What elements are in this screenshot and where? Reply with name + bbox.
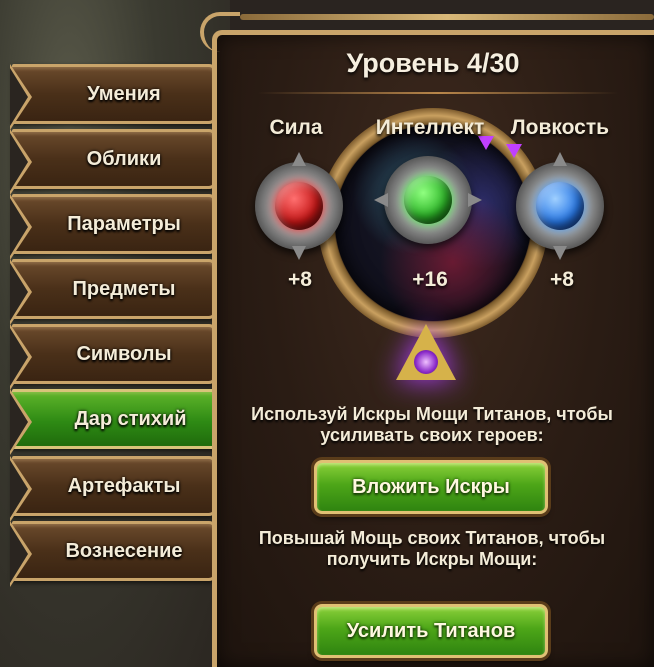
stat-value-intellect: +16 — [412, 268, 448, 291]
tab-label: Облики — [86, 147, 162, 170]
tab-items[interactable]: Предметы — [10, 259, 217, 325]
strength-gem-icon — [255, 152, 343, 260]
upgrade-titans-button[interactable]: Усилить Титанов — [314, 604, 548, 658]
top-ornament — [240, 14, 654, 20]
tab-label: Символы — [76, 342, 172, 365]
invest-sparks-button[interactable]: Вложить Искры — [314, 460, 548, 514]
spark-core-icon — [414, 350, 438, 374]
tab-label: Вознесение — [65, 539, 183, 562]
spark-info-text: Используй Искры Мощи Титанов, чтобы усил… — [251, 404, 613, 445]
stat-label-strength: Сила — [269, 116, 323, 139]
intellect-gem-icon — [374, 156, 482, 244]
tab-label: Дар стихий — [74, 407, 187, 430]
tab-skills[interactable]: Умения — [10, 64, 217, 130]
agility-gem-icon — [516, 152, 604, 260]
title-divider — [258, 92, 618, 94]
tab-label: Умения — [87, 82, 161, 105]
stat-value-strength: +8 — [288, 268, 312, 291]
tab-label: Предметы — [72, 277, 176, 300]
stat-label-agility: Ловкость — [510, 116, 610, 139]
tab-parameters[interactable]: Параметры — [10, 194, 217, 260]
tab-label: Параметры — [67, 212, 181, 235]
corner-ornament — [200, 12, 240, 52]
stat-label-intellect: Интеллект — [375, 116, 485, 139]
tab-symbols[interactable]: Символы — [10, 324, 217, 390]
stat-value-agility: +8 — [550, 268, 574, 291]
titan-info-text: Повышай Мощь своих Титанов, чтобы получи… — [258, 528, 606, 569]
level-title: Уровень 4/30 — [346, 48, 520, 78]
ring-marker-icon — [506, 144, 522, 158]
tab-ascension[interactable]: Вознесение — [10, 521, 217, 587]
tab-skins[interactable]: Облики — [10, 129, 217, 195]
tab-label: Артефакты — [67, 474, 181, 497]
tab-artifacts[interactable]: Артефакты — [10, 456, 217, 522]
tab-elemental-gift[interactable]: Дар стихий — [10, 389, 249, 455]
